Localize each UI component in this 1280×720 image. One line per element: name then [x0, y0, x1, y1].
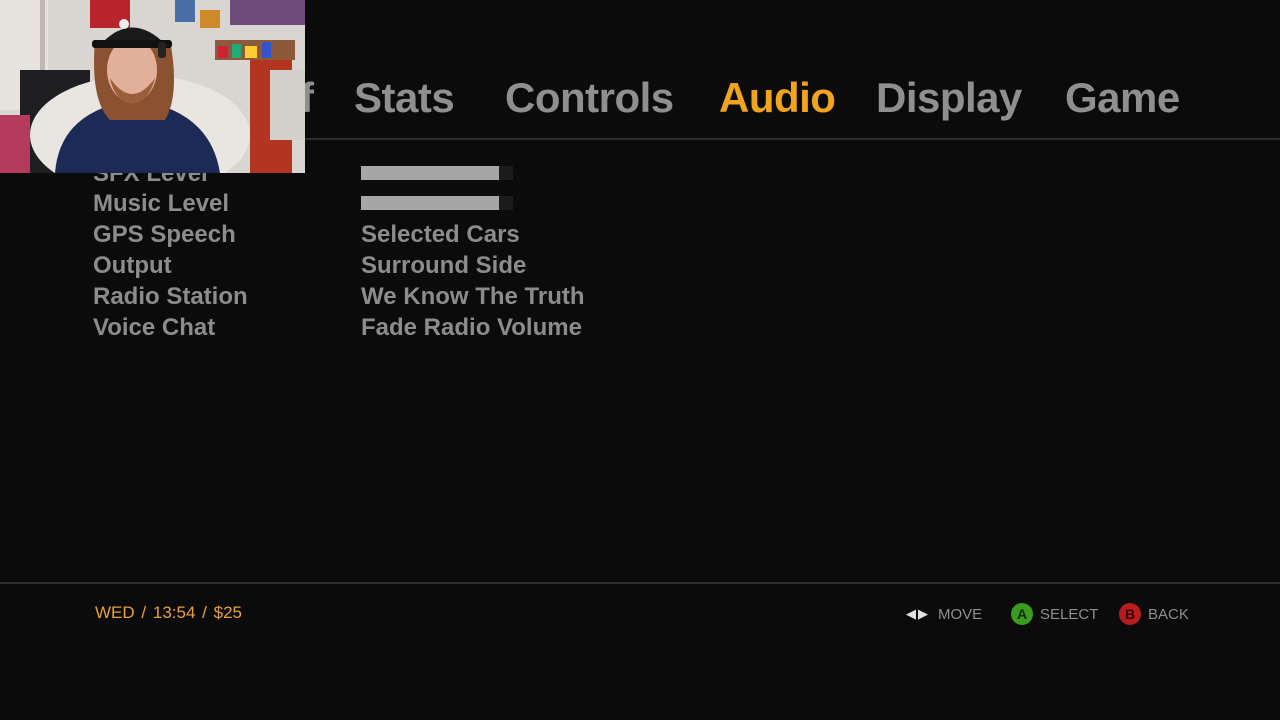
option-label: Output: [93, 252, 172, 279]
webcam-overlay: [0, 0, 305, 173]
option-label: Voice Chat: [93, 314, 216, 341]
tab-game[interactable]: Game: [1065, 74, 1180, 122]
tab-stats[interactable]: Stats: [354, 74, 455, 122]
music-level-slider[interactable]: [361, 196, 513, 210]
sfx-level-slider[interactable]: [361, 166, 513, 180]
tab-label: Audio: [719, 74, 836, 121]
tab-display[interactable]: Display: [876, 74, 1022, 122]
status-time: 13:54: [152, 603, 196, 622]
tab-audio[interactable]: Audio: [719, 74, 836, 122]
music-level-fill: [361, 196, 500, 210]
game-pause-menu: f Stats Controls Audio Display Game SFX …: [0, 0, 1280, 720]
tab-label: Game: [1065, 74, 1180, 121]
tab-label: Stats: [354, 74, 455, 121]
option-label: Radio Station: [93, 283, 248, 310]
status-day: WED: [95, 603, 135, 622]
hint-move[interactable]: ◀▶ MOVE: [906, 602, 982, 626]
b-button-icon: B: [1119, 603, 1141, 625]
hint-select-label: SELECT: [1040, 605, 1099, 623]
option-value: Fade Radio Volume: [361, 314, 582, 341]
hint-move-label: MOVE: [938, 605, 983, 623]
a-button-icon: A: [1011, 603, 1033, 625]
option-label: GPS Speech: [93, 221, 236, 248]
option-label: Music Level: [93, 190, 230, 217]
tab-controls[interactable]: Controls: [505, 74, 674, 122]
option-gps-speech[interactable]: GPS Speech Selected Cars: [0, 221, 1280, 252]
webcam-person-icon: [0, 0, 305, 173]
hint-select[interactable]: A SELECT: [1011, 602, 1098, 626]
hint-back-label: BACK: [1148, 605, 1189, 623]
option-value: We Know The Truth: [361, 283, 585, 310]
option-value: Surround Side: [361, 252, 527, 279]
tab-label: Display: [876, 74, 1022, 121]
status-readout: WED / 13:54 / $25: [95, 603, 242, 623]
option-music-level[interactable]: Music Level: [0, 190, 1280, 221]
footer-divider: [0, 582, 1280, 584]
option-voice-chat[interactable]: Voice Chat Fade Radio Volume: [0, 314, 1280, 345]
audio-options-list: SFX Level Music Level GPS Speech Selecte…: [0, 160, 1280, 350]
status-money: $25: [213, 603, 242, 622]
status-separator: /: [141, 603, 147, 622]
option-radio-station[interactable]: Radio Station We Know The Truth: [0, 283, 1280, 314]
left-right-arrows-icon: ◀▶: [906, 606, 930, 621]
option-value: Selected Cars: [361, 221, 520, 248]
tab-label: Controls: [505, 74, 674, 121]
sfx-level-fill: [361, 166, 500, 180]
option-output[interactable]: Output Surround Side: [0, 252, 1280, 283]
hint-back[interactable]: B BACK: [1119, 602, 1189, 626]
status-separator: /: [202, 603, 207, 622]
